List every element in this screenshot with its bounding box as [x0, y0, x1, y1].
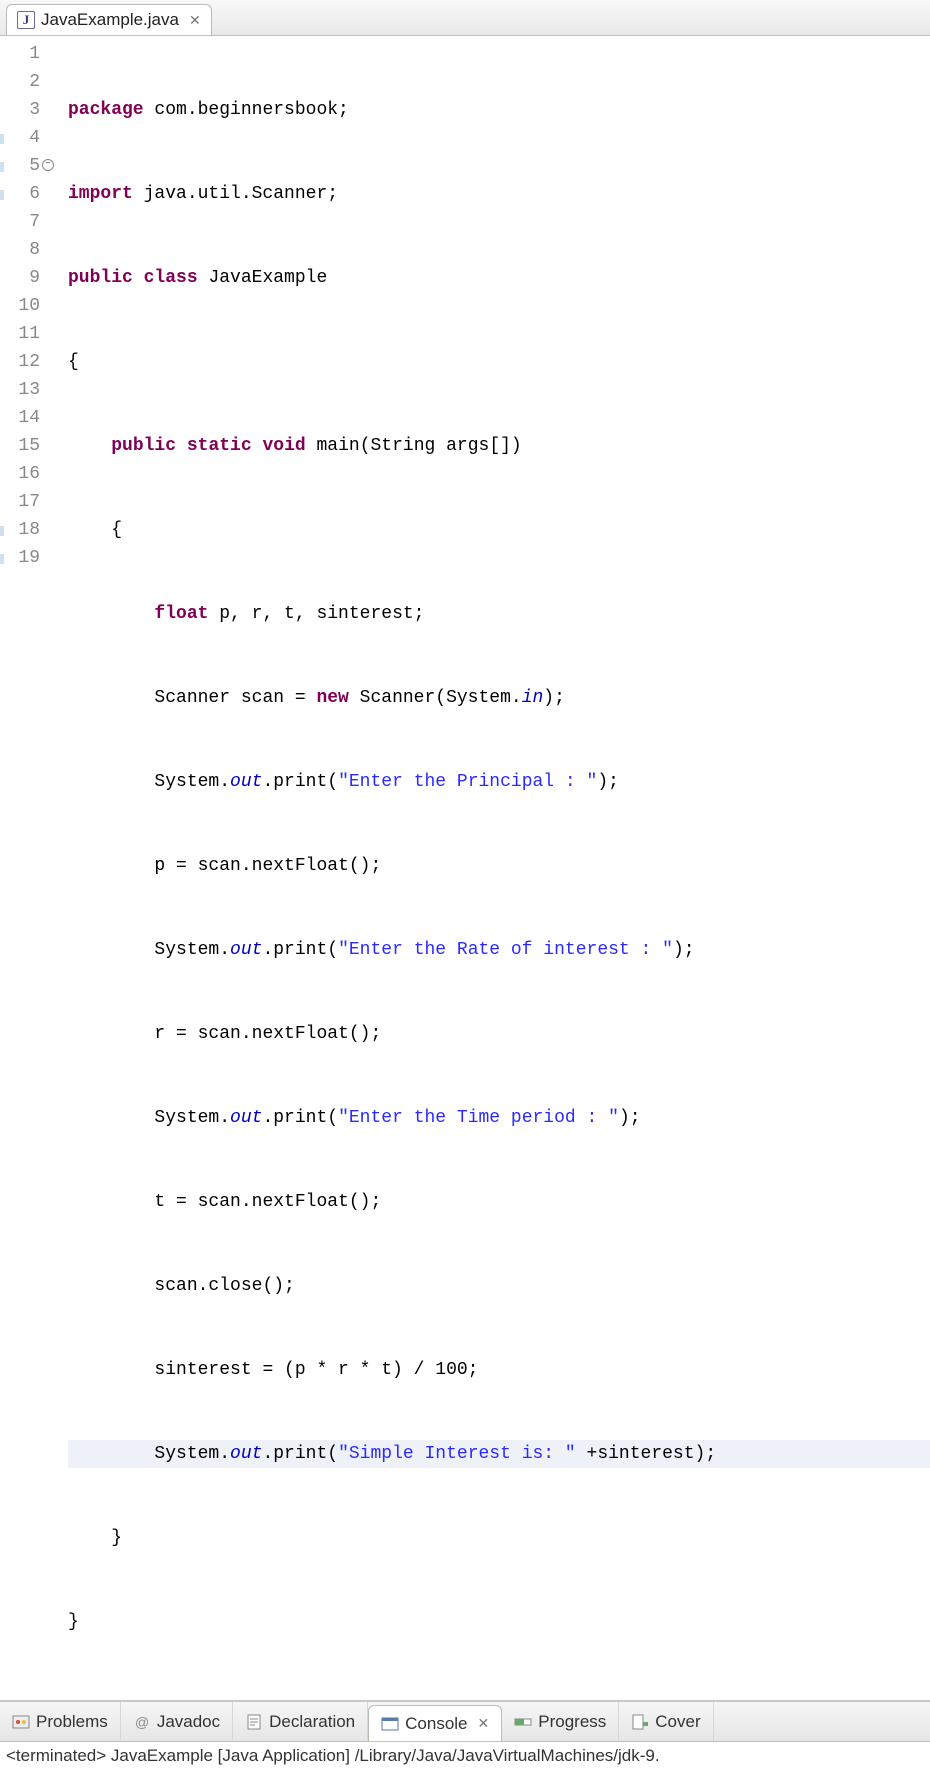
close-icon[interactable]: ✕	[478, 1715, 490, 1732]
tab-label: Progress	[538, 1712, 606, 1732]
progress-icon	[514, 1713, 532, 1731]
code-line: System.out.print("Enter the Rate of inte…	[68, 936, 930, 964]
javadoc-icon: @	[133, 1713, 151, 1731]
line-number: 2	[0, 68, 40, 96]
editor-tab-label: JavaExample.java	[41, 10, 179, 30]
tab-label: Problems	[36, 1712, 108, 1732]
line-number: 5−	[0, 152, 40, 180]
bottom-tab-bar: Problems @ Javadoc Declaration Console ✕…	[0, 1702, 930, 1742]
coverage-icon	[631, 1713, 649, 1731]
code-line: t = scan.nextFloat();	[68, 1188, 930, 1216]
editor-tab-javaexample[interactable]: J JavaExample.java ✕	[6, 4, 212, 35]
code-line: scan.close();	[68, 1272, 930, 1300]
code-line: Scanner scan = new Scanner(System.in);	[68, 684, 930, 712]
code-line: float p, r, t, sinterest;	[68, 600, 930, 628]
close-icon[interactable]: ✕	[189, 12, 201, 29]
line-number: 9	[0, 264, 40, 292]
line-number: 17	[0, 488, 40, 516]
fold-toggle-icon[interactable]: −	[42, 159, 54, 171]
code-line: {	[68, 516, 930, 544]
console-output[interactable]: Enter the Principal : 2000 Enter the Rat…	[0, 1768, 930, 1776]
line-number: 8	[0, 236, 40, 264]
tab-label: Javadoc	[157, 1712, 220, 1732]
line-number: 14	[0, 404, 40, 432]
line-number: 4	[0, 124, 40, 152]
console-icon	[381, 1715, 399, 1733]
declaration-icon	[245, 1713, 263, 1731]
code-line: }	[68, 1524, 930, 1552]
line-number: 15	[0, 432, 40, 460]
editor-pane: J JavaExample.java ✕ 1 2 3 4 5− 6 7 8 9 …	[0, 0, 930, 1700]
line-number: 19	[0, 544, 40, 572]
problems-icon	[12, 1713, 30, 1731]
code-line-current: System.out.print("Simple Interest is: " …	[68, 1440, 930, 1468]
line-number: 6	[0, 180, 40, 208]
code-line: package com.beginnersbook;	[68, 96, 930, 124]
line-number: 16	[0, 460, 40, 488]
line-number: 3	[0, 96, 40, 124]
code-line: public static void main(String args[])	[68, 432, 930, 460]
line-number: 12	[0, 348, 40, 376]
code-line: System.out.print("Enter the Time period …	[68, 1104, 930, 1132]
tab-coverage[interactable]: Cover	[619, 1702, 713, 1741]
code-line: {	[68, 348, 930, 376]
code-line: System.out.print("Enter the Principal : …	[68, 768, 930, 796]
line-number: 13	[0, 376, 40, 404]
code-line: r = scan.nextFloat();	[68, 1020, 930, 1048]
line-number: 1	[0, 40, 40, 68]
tab-progress[interactable]: Progress	[502, 1702, 619, 1741]
java-file-icon: J	[17, 11, 35, 29]
console-process-header: <terminated> JavaExample [Java Applicati…	[0, 1742, 930, 1768]
editor-tab-bar: J JavaExample.java ✕	[0, 0, 930, 36]
code-line: }	[68, 1608, 930, 1636]
tab-console[interactable]: Console ✕	[368, 1705, 502, 1742]
code-line: sinterest = (p * r * t) / 100;	[68, 1356, 930, 1384]
line-number: 10	[0, 292, 40, 320]
bottom-pane: Problems @ Javadoc Declaration Console ✕…	[0, 1700, 930, 1776]
tab-label: Console	[405, 1714, 467, 1734]
code-editor[interactable]: 1 2 3 4 5− 6 7 8 9 10 11 12 13 14 15 16 …	[0, 36, 930, 1700]
line-number: 7	[0, 208, 40, 236]
code-line: public class JavaExample	[68, 264, 930, 292]
line-number: 18	[0, 516, 40, 544]
line-number: 11	[0, 320, 40, 348]
tab-label: Declaration	[269, 1712, 355, 1732]
tab-label: Cover	[655, 1712, 700, 1732]
tab-problems[interactable]: Problems	[0, 1702, 121, 1741]
tab-javadoc[interactable]: @ Javadoc	[121, 1702, 233, 1741]
code-line: import java.util.Scanner;	[68, 180, 930, 208]
code-content[interactable]: package com.beginnersbook; import java.u…	[50, 40, 930, 1692]
code-line: p = scan.nextFloat();	[68, 852, 930, 880]
line-number-gutter: 1 2 3 4 5− 6 7 8 9 10 11 12 13 14 15 16 …	[0, 40, 50, 1692]
tab-declaration[interactable]: Declaration	[233, 1702, 368, 1741]
